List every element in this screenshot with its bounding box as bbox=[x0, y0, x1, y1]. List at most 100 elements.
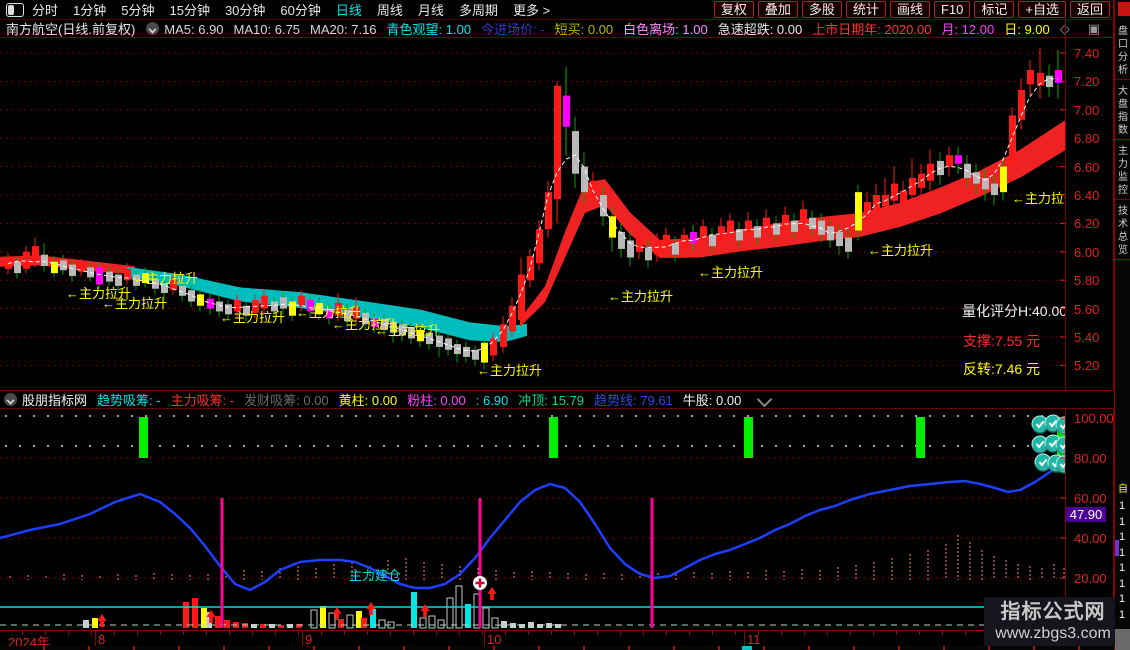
sub-field-0: 趋势吸筹: - bbox=[97, 393, 161, 408]
jiancang-label: 主力建仓 bbox=[349, 568, 401, 583]
date-label-3: 10 bbox=[487, 632, 502, 647]
sidebar-glyph[interactable]: 监 bbox=[1118, 172, 1130, 183]
sidebar-glyph[interactable]: 大 bbox=[1118, 86, 1130, 97]
sub-indicator-chart[interactable]: 主力建仓 bbox=[0, 408, 1065, 630]
sidebar-glyph[interactable]: 盘 bbox=[1118, 26, 1130, 37]
indicator-tick: 40.00 bbox=[1074, 531, 1107, 546]
sub-field-1: 主力吸筹: - bbox=[170, 393, 235, 408]
sidebar-glyph[interactable]: 力 bbox=[1118, 159, 1130, 170]
sidebar-glyph[interactable]: 口 bbox=[1118, 39, 1130, 50]
sidebar-glyph[interactable]: 术 bbox=[1118, 219, 1130, 230]
toolbar-button-2[interactable]: 多股 bbox=[801, 1, 842, 18]
sidebar-glyph[interactable]: 数 bbox=[1118, 125, 1130, 136]
sub-field-2: 发财吸筹: 0.00 bbox=[244, 393, 329, 408]
price-tick: 5.20 bbox=[1074, 358, 1100, 374]
green-signal-bar bbox=[916, 417, 925, 458]
sidebar-digit[interactable]: 1 bbox=[1119, 531, 1125, 543]
main-candlestick-chart[interactable]: ←主力拉升 ←主力拉升 ←主力拉升 ←主力拉升 ←主力拉升 ←主力拉升 ←主力拉升 ←主力拉升… bbox=[0, 38, 1065, 390]
sub-field-6: 冲顶: 15.79 bbox=[518, 393, 585, 408]
clipped-bottom-row bbox=[0, 646, 1114, 650]
menu-item-10[interactable]: 更多 > bbox=[513, 3, 550, 18]
menu-item-0[interactable]: 分时 bbox=[32, 3, 58, 18]
menu-item-2[interactable]: 5分钟 bbox=[121, 3, 154, 18]
sidebar-glyph[interactable]: 析 bbox=[1118, 65, 1130, 76]
menu-item-3[interactable]: 15分钟 bbox=[169, 3, 209, 18]
price-tick: 6.00 bbox=[1074, 244, 1100, 260]
chevron-down-icon[interactable] bbox=[146, 22, 160, 35]
menu-item-5[interactable]: 60分钟 bbox=[280, 3, 320, 18]
price-tick: 5.80 bbox=[1074, 273, 1100, 289]
info-field-4: 今进场价: - bbox=[481, 22, 545, 37]
scrollbar-thumb[interactable] bbox=[1115, 629, 1130, 650]
green-signal-bar bbox=[549, 417, 558, 458]
menu-item-8[interactable]: 月线 bbox=[418, 3, 444, 18]
price-tick: 5.40 bbox=[1074, 330, 1100, 345]
sub-field-8: 牛股: 0.00 bbox=[682, 393, 742, 408]
date-label-1: 8 bbox=[98, 632, 106, 647]
toolbar-button-1[interactable]: 叠加 bbox=[757, 1, 798, 18]
sidebar-glyph[interactable]: 览 bbox=[1118, 245, 1130, 256]
menu-item-6[interactable]: 日线 bbox=[336, 3, 362, 18]
info-field-2: MA20: 7.16 bbox=[310, 22, 377, 37]
sidebar-glyph[interactable]: 总 bbox=[1118, 232, 1130, 243]
trading-app-window: 分时 1分钟 5分钟 15分钟 30分钟 60分钟 日线 周线 月线 多周期 更多 > 复权 叠加 多股… bbox=[0, 0, 1130, 650]
toolbar-button-4[interactable]: 画线 bbox=[889, 1, 930, 18]
annotation-9: ←主力拉升 bbox=[698, 265, 763, 280]
price-tick: 6.60 bbox=[1074, 159, 1100, 175]
toolbar-button-8[interactable]: 返回 bbox=[1069, 1, 1110, 18]
right-sidebar-strip[interactable]: 盘口分析大盘指数主力监控技术总览自11111111 bbox=[1115, 0, 1130, 650]
chevron-down-icon[interactable] bbox=[4, 393, 17, 406]
toolbar-button-5[interactable]: F10 bbox=[933, 1, 971, 18]
sidebar-glyph[interactable]: 主 bbox=[1118, 146, 1130, 157]
price-tick: 6.20 bbox=[1074, 216, 1100, 232]
toolbar-button-3[interactable]: 统计 bbox=[845, 1, 886, 18]
menu-item-9[interactable]: 多周期 bbox=[459, 3, 498, 18]
sidebar-digit[interactable]: 1 bbox=[1119, 500, 1125, 512]
window-icon[interactable] bbox=[6, 2, 24, 17]
info-field-9: 月: 12.00 bbox=[941, 22, 995, 37]
menu-item-1[interactable]: 1分钟 bbox=[73, 3, 106, 18]
menu-item-4[interactable]: 30分钟 bbox=[225, 3, 265, 18]
sidebar-glyph[interactable]: 技 bbox=[1118, 206, 1130, 217]
sidebar-glyph[interactable]: 盘 bbox=[1118, 99, 1130, 110]
annotation-1: ←主力拉升 bbox=[102, 296, 167, 311]
date-label-2: 9 bbox=[305, 632, 313, 647]
menu-item-7[interactable]: 周线 bbox=[377, 3, 403, 18]
sidebar-glyph[interactable]: 控 bbox=[1118, 185, 1130, 196]
sidebar-digit[interactable]: 1 bbox=[1119, 578, 1125, 590]
sidebar-red-box bbox=[1118, 2, 1130, 16]
info-field-6: 白色离场: 1.00 bbox=[623, 22, 708, 37]
info-field-5: 短买: 0.00 bbox=[554, 22, 614, 37]
toolbar-button-6[interactable]: 标记 bbox=[974, 1, 1015, 18]
toolbar-button-7[interactable]: +自选 bbox=[1018, 1, 1066, 18]
sub-indicator-header: 股朋指标网 趋势吸筹: - 主力吸筹: - 发财吸筹: 0.00 黄柱: 0.00 粉柱… bbox=[0, 390, 1114, 409]
indicator-values: MA5: 6.90 MA10: 6.75 MA20: 7.16 青色观望: 1.00 今… bbox=[164, 19, 1059, 38]
layout-icon[interactable]: ▣ bbox=[1088, 21, 1100, 37]
current-value-badge: 47.90 bbox=[1066, 507, 1106, 522]
sidebar-digit[interactable]: 1 bbox=[1119, 547, 1125, 559]
info-field-8: 上市日期年: 2020.00 bbox=[812, 22, 932, 37]
toolbar-button-0[interactable]: 复权 bbox=[713, 1, 754, 18]
price-tick: 7.40 bbox=[1074, 46, 1100, 61]
buy-arrow-icon bbox=[420, 604, 430, 617]
price-tick: 7.20 bbox=[1074, 74, 1100, 90]
indicator-tick: 80.00 bbox=[1074, 451, 1107, 466]
sub-indicator-values: 趋势吸筹: - 主力吸筹: - 发财吸筹: 0.00 黄柱: 0.00 粉柱: 0.00… bbox=[97, 390, 751, 409]
sidebar-digit[interactable]: 1 bbox=[1119, 593, 1125, 605]
watermark: 指标公式网 www.zbgs3.com bbox=[984, 597, 1122, 646]
annotation-11: ←主力拉升 bbox=[1012, 191, 1065, 206]
sidebar-digit[interactable]: 1 bbox=[1119, 516, 1125, 528]
sidebar-glyph[interactable]: 指 bbox=[1118, 112, 1130, 123]
sidebar-glyph[interactable]: 分 bbox=[1118, 52, 1130, 63]
price-axis: 7.40 7.20 7.00 6.80 6.60 6.40 6.20 6.00 5.80 5.60… bbox=[1066, 38, 1113, 390]
annotation-7: ←主力拉升 bbox=[477, 363, 542, 378]
sidebar-accent-glyph[interactable]: 自 bbox=[1118, 484, 1130, 495]
date-label-4: 11 bbox=[747, 632, 761, 647]
annotation-3: ←主力拉升 bbox=[220, 310, 285, 325]
watermark-site-name: 指标公式网 bbox=[1000, 600, 1106, 623]
green-signal-bar bbox=[139, 417, 148, 458]
collapse-chevron-icon[interactable] bbox=[757, 391, 773, 408]
sidebar-digit[interactable]: 1 bbox=[1119, 562, 1125, 574]
sidebar-digit[interactable]: 1 bbox=[1119, 609, 1125, 621]
date-ticks bbox=[0, 631, 1114, 635]
